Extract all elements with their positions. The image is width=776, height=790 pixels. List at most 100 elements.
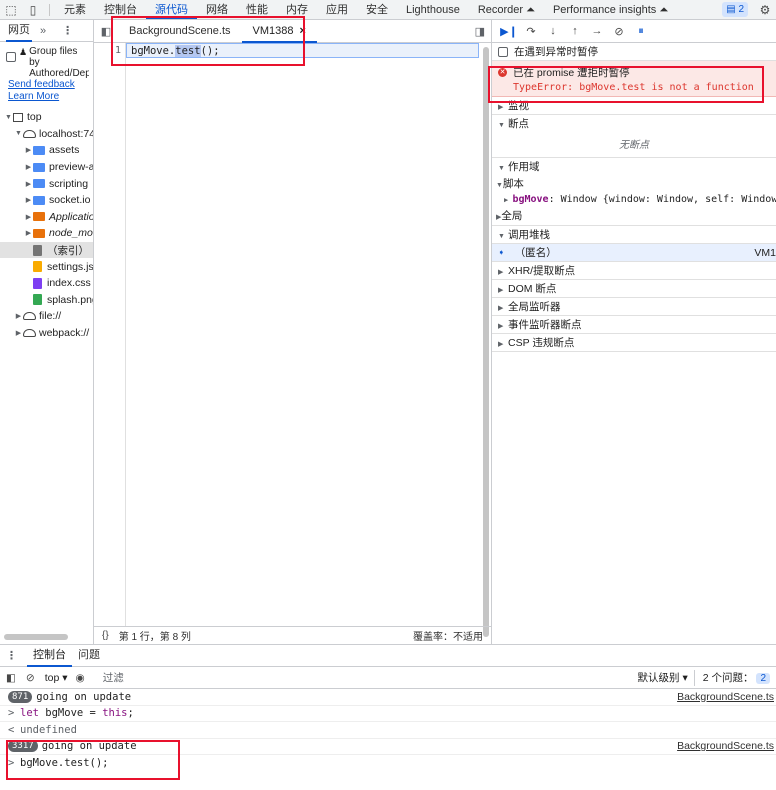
code-area[interactable]: 1 bgMove.test(); xyxy=(94,43,491,637)
section-global-listeners[interactable]: ▶ 全局监听器 xyxy=(492,298,776,316)
resume-icon[interactable]: ▶❙ xyxy=(498,25,520,38)
section-watch[interactable]: ▶ 监视 xyxy=(492,97,776,115)
tree-item[interactable]: splash.png xyxy=(0,292,93,309)
step-over-icon[interactable]: ↷ xyxy=(520,25,542,38)
tab-performance-insights[interactable]: Performance insights ⏶ xyxy=(544,0,677,19)
drawer-tab-console[interactable]: 控制台 xyxy=(27,645,72,667)
drawer-tab-issues[interactable]: 问题 xyxy=(72,645,106,667)
call-frame-location[interactable]: VM1 xyxy=(754,244,776,261)
group-files-option[interactable]: ♟ Group files by Authored/Deployed xyxy=(0,42,93,79)
expand-arrow-icon[interactable]: ▶ xyxy=(24,146,33,154)
navigator-menu-icon[interactable]: ⋮ xyxy=(62,24,73,37)
issues-badge[interactable]: ▤ 2 xyxy=(722,2,748,17)
expand-arrow-icon[interactable]: ▶ xyxy=(24,213,33,221)
expand-arrow-icon[interactable]: ▶ xyxy=(24,180,33,188)
tab-memory[interactable]: 内存 xyxy=(277,0,317,19)
tab-application[interactable]: 应用 xyxy=(317,0,357,19)
tab-recorder[interactable]: Recorder ⏶ xyxy=(469,0,544,19)
expand-arrow-icon[interactable]: ▶ xyxy=(24,229,33,237)
expand-arrow-icon[interactable]: ▶ xyxy=(14,312,23,320)
collapse-arrow-icon[interactable]: ▼ xyxy=(14,130,23,137)
section-dom-breakpoints[interactable]: ▶ DOM 断点 xyxy=(492,280,776,298)
repeat-count-badge: 871 xyxy=(8,690,33,703)
navigator-scrollbar[interactable] xyxy=(4,634,68,640)
pause-on-exceptions-option[interactable]: 在遇到异常时暂停 xyxy=(492,43,776,61)
group-files-checkbox[interactable] xyxy=(6,52,16,62)
tab-console[interactable]: 控制台 xyxy=(95,0,146,19)
show-sidebar-icon[interactable]: ◧ xyxy=(6,672,16,684)
pause-on-exceptions-label: 在遇到异常时暂停 xyxy=(514,46,598,58)
tab-network[interactable]: 网络 xyxy=(197,0,237,19)
section-label: 调用堆栈 xyxy=(508,229,550,241)
console-input-line: > let bgMove = this; xyxy=(0,706,776,722)
more-tabs-chevron-icon[interactable]: » xyxy=(40,25,46,37)
section-event-listener-breakpoints[interactable]: ▶ 事件监听器断点 xyxy=(492,316,776,334)
console-filter-input[interactable]: 过滤 xyxy=(103,670,638,685)
pause-on-exceptions-icon[interactable]: ⏸ xyxy=(630,25,652,38)
tab-sources[interactable]: 源代码 xyxy=(146,0,197,19)
live-expression-eye-icon[interactable]: ◉ xyxy=(76,672,85,684)
tree-item[interactable]: ▶ node_modules xyxy=(0,225,93,242)
drawer-menu-icon[interactable]: ⋮ xyxy=(6,649,17,662)
log-level-dropdown[interactable]: 默认级别 ▾ xyxy=(638,670,688,685)
section-breakpoints[interactable]: ▼ 断点 xyxy=(492,115,776,133)
expand-arrow-icon[interactable]: ▶ xyxy=(24,163,33,171)
scope-variable[interactable]: ▶ bgMove: Window {window: Window, self: … xyxy=(492,192,776,208)
inspect-element-icon[interactable]: ⬚ xyxy=(0,0,22,19)
section-csp-breakpoints[interactable]: ▶ CSP 违规断点 xyxy=(492,334,776,352)
line-number[interactable]: 1 xyxy=(94,43,125,58)
tree-item[interactable]: ▶ Application xyxy=(0,209,93,226)
pretty-print-icon[interactable]: {} xyxy=(102,630,109,641)
send-feedback-link[interactable]: Send feedback xyxy=(0,79,93,91)
tree-item[interactable]: ▶ scripting xyxy=(0,175,93,192)
tree-item[interactable]: ▶ socket.io xyxy=(0,192,93,209)
tree-item[interactable]: ▼ top xyxy=(0,109,93,126)
deactivate-breakpoints-icon[interactable]: ⊘ xyxy=(608,25,630,38)
tree-item[interactable]: ▶ file:// xyxy=(0,308,93,325)
code-line[interactable]: bgMove.test(); xyxy=(126,43,479,58)
tree-item[interactable]: ▼ localhost:7456 xyxy=(0,126,93,143)
scope-global[interactable]: ▶全局 xyxy=(492,208,776,226)
step-icon[interactable]: → xyxy=(586,25,608,37)
tab-performance[interactable]: 性能 xyxy=(237,0,277,19)
console-source-link[interactable]: BackgroundScene.ts xyxy=(677,689,774,706)
navigator-tab-page[interactable]: 网页 xyxy=(6,20,32,42)
toggle-navigator-icon[interactable]: ◧ xyxy=(94,25,118,38)
step-out-icon[interactable]: ↑ xyxy=(564,25,586,37)
tree-item[interactable]: index.css xyxy=(0,275,93,292)
editor-scrollbar[interactable] xyxy=(483,47,489,637)
tab-elements[interactable]: 元素 xyxy=(55,0,95,19)
editor-tab-vm1388[interactable]: VM1388 × xyxy=(241,20,317,43)
toggle-debugger-icon[interactable]: ◨ xyxy=(475,25,485,38)
tree-item[interactable]: settings.js xyxy=(0,258,93,275)
section-call-stack[interactable]: ▼ 调用堆栈 xyxy=(492,226,776,244)
settings-gear-icon[interactable]: ⚙ xyxy=(754,0,776,19)
issues-counter[interactable]: 2 个问题： 2 xyxy=(693,669,776,686)
close-tab-icon[interactable]: × xyxy=(300,25,306,37)
editor-tab-backgroundscene[interactable]: BackgroundScene.ts xyxy=(118,20,242,43)
collapse-arrow-icon[interactable]: ▼ xyxy=(4,114,13,121)
tree-item[interactable]: ▶ webpack:// xyxy=(0,325,93,342)
learn-more-link[interactable]: Learn More xyxy=(0,91,93,103)
tab-lighthouse[interactable]: Lighthouse xyxy=(397,0,469,19)
tab-security[interactable]: 安全 xyxy=(357,0,397,19)
clear-console-icon[interactable]: ⊘ xyxy=(26,672,35,684)
device-toolbar-icon[interactable]: ▯ xyxy=(22,0,44,19)
call-frame[interactable]: ➧ （匿名） VM1 xyxy=(492,244,776,262)
tree-item[interactable]: ▶ assets xyxy=(0,142,93,159)
scope-script[interactable]: ▼脚本 xyxy=(492,176,776,192)
context-selector[interactable]: top ▾ xyxy=(45,672,68,684)
issues-badge-count: 2 xyxy=(738,4,744,15)
folder-icon xyxy=(33,179,45,189)
expand-arrow-icon[interactable]: ▶ xyxy=(24,196,33,204)
pause-on-exceptions-checkbox[interactable] xyxy=(498,46,508,57)
section-xhr-breakpoints[interactable]: ▶ XHR/提取断点 xyxy=(492,262,776,280)
tree-item[interactable]: ▶ preview-app xyxy=(0,159,93,176)
step-into-icon[interactable]: ↓ xyxy=(542,25,564,37)
console-source-link[interactable]: BackgroundScene.ts xyxy=(677,738,774,755)
paused-title: 已在 promise 遭拒时暂停 xyxy=(513,67,630,79)
section-scope[interactable]: ▼ 作用域 xyxy=(492,158,776,176)
console-input-line[interactable]: > bgMove.test(); xyxy=(0,755,776,772)
expand-arrow-icon[interactable]: ▶ xyxy=(14,329,23,337)
tree-item[interactable]: （索引） xyxy=(0,241,93,259)
